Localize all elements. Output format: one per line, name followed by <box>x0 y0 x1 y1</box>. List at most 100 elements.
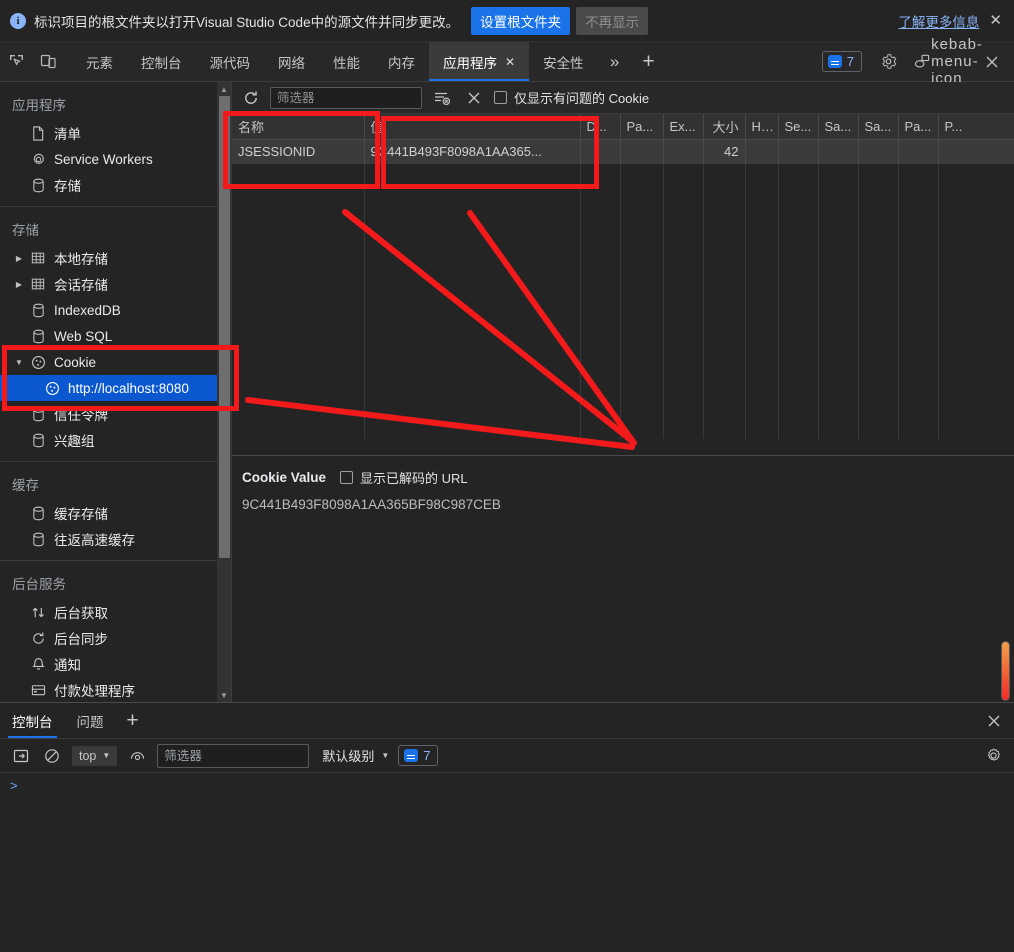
kebab-menu-icon[interactable]: kebab-menu-icon <box>931 36 982 87</box>
console-sidebar-icon[interactable] <box>10 745 32 767</box>
sidebar-item-cookie[interactable]: ▼ Cookie <box>0 349 231 375</box>
chevron-down-icon[interactable]: ▼ <box>12 358 26 367</box>
sidebar-item-cache-storage[interactable]: 缓存存储 <box>0 500 231 526</box>
column-header-value[interactable]: 值 <box>364 114 581 140</box>
sidebar-item-trust-tokens[interactable]: 信任令牌 <box>0 401 231 427</box>
banner-close-icon[interactable]: ✕ <box>989 13 1002 28</box>
tab-security[interactable]: 安全性 <box>529 42 598 81</box>
gear-icon[interactable] <box>982 745 1004 767</box>
column-header-name[interactable]: 名称 <box>232 114 365 140</box>
card-icon <box>26 683 50 697</box>
sidebar-item-service-workers[interactable]: Service Workers <box>0 146 231 172</box>
clear-filtered-cookies-icon[interactable] <box>430 86 454 110</box>
column-header-samepartykey[interactable]: Sa... <box>858 114 899 140</box>
sidebar-scrollbar-thumb[interactable] <box>219 96 230 558</box>
sidebar-item-notifications[interactable]: 通知 <box>0 651 231 677</box>
column-header-samesite[interactable]: Sa... <box>818 114 859 140</box>
drawer-tab-console[interactable]: 控制台 <box>0 703 65 738</box>
chevron-right-icon[interactable]: ▶ <box>12 254 26 263</box>
clear-console-icon[interactable] <box>41 745 63 767</box>
show-decoded-url-checkbox[interactable]: 显示已解码的 URL <box>340 468 468 487</box>
tab-performance[interactable]: 性能 <box>319 42 374 81</box>
console-context-selector[interactable]: top ▼ <box>72 745 118 766</box>
sidebar-item-indexeddb[interactable]: IndexedDB <box>0 297 231 323</box>
column-header-priority[interactable]: P... <box>938 114 1014 140</box>
device-toolbar-icon[interactable] <box>32 42 64 81</box>
live-expression-icon[interactable] <box>126 745 148 767</box>
table-empty-row[interactable] <box>232 164 1014 182</box>
close-devtools-icon[interactable] <box>976 54 1008 70</box>
tab-network[interactable]: 网络 <box>264 42 319 81</box>
learn-more-link[interactable]: 了解更多信息 <box>898 11 979 31</box>
tab-close-icon[interactable]: ✕ <box>505 56 515 68</box>
sidebar-item-background-fetch[interactable]: 后台获取 <box>0 599 231 625</box>
gear-icon[interactable] <box>872 53 904 70</box>
drawer-tab-issues[interactable]: 问题 <box>65 703 116 738</box>
cookie-value-title: Cookie Value <box>242 470 327 485</box>
cell-secure <box>778 139 819 164</box>
console-prompt-row[interactable]: > <box>0 773 1014 798</box>
sidebar-item-websql[interactable]: Web SQL <box>0 323 231 349</box>
level-value: 默认级别 <box>322 749 375 764</box>
column-header-path[interactable]: Pa... <box>620 114 664 140</box>
more-tabs-icon[interactable]: » <box>598 42 632 81</box>
issues-count: 7 <box>846 54 854 69</box>
refresh-icon[interactable] <box>240 87 262 109</box>
column-header-size[interactable]: 大小 <box>703 114 746 140</box>
info-icon: i <box>10 12 26 29</box>
cookies-filter-input[interactable] <box>270 86 422 109</box>
sidebar-scrollbar[interactable]: ▲ ▼ <box>217 82 231 702</box>
column-header-expires[interactable]: Ex... <box>663 114 704 140</box>
column-header-domain[interactable]: D... <box>580 114 621 140</box>
section-title: 应用程序 <box>12 98 66 113</box>
console-filter-input[interactable] <box>157 743 310 768</box>
console-output[interactable]: > @51CTO博客 <box>0 773 1014 952</box>
tab-console[interactable]: 控制台 <box>127 42 196 81</box>
sidebar-item-local-storage[interactable]: ▶ 本地存储 <box>0 245 231 271</box>
column-header-secure[interactable]: Se... <box>778 114 819 140</box>
sidebar-item-label: 后台同步 <box>54 632 108 647</box>
only-problematic-cookies-checkbox[interactable]: 仅显示有问题的 Cookie <box>494 88 649 107</box>
tab-elements[interactable]: 元素 <box>72 42 127 81</box>
cell-size: 42 <box>703 139 746 164</box>
table-row[interactable]: JSESSIONID 9C441B493F8098A1AA365... 42 <box>232 139 1014 164</box>
grid-line <box>364 182 365 439</box>
sidebar-item-cookie-localhost[interactable]: http://localhost:8080 <box>0 375 231 401</box>
banner-message: 标识项目的根文件夹以打开Visual Studio Code中的源文件并同步更改… <box>34 14 460 30</box>
column-header-partitionkey[interactable]: Pa... <box>898 114 939 140</box>
sidebar-item-back-forward-cache[interactable]: 往返高速缓存 <box>0 526 231 552</box>
cell-domain <box>580 139 621 164</box>
console-issues-counter[interactable]: 7 <box>398 745 439 766</box>
tab-memory[interactable]: 内存 <box>374 42 429 81</box>
sidebar-item-storage[interactable]: 存储 <box>0 172 231 198</box>
sidebar-item-session-storage[interactable]: ▶ 会话存储 <box>0 271 231 297</box>
issues-counter-button[interactable]: 7 <box>821 51 862 72</box>
chevron-right-icon[interactable]: ▶ <box>12 280 26 289</box>
dont-show-again-button[interactable]: 不再显示 <box>576 6 649 35</box>
grid-line <box>745 182 746 439</box>
cell-priority <box>938 139 1014 164</box>
sidebar-item-background-sync[interactable]: 后台同步 <box>0 625 231 651</box>
checkbox-box[interactable] <box>494 91 507 104</box>
sidebar-item-payment-handler[interactable]: 付款处理程序 <box>0 677 231 702</box>
column-header-httponly[interactable]: Ht... <box>745 114 779 140</box>
inspect-element-icon[interactable] <box>0 42 32 81</box>
tab-label: 性能 <box>333 55 360 71</box>
add-tab-icon[interactable]: + <box>632 42 666 81</box>
chevron-down-icon: ▼ <box>102 751 111 760</box>
scroll-up-icon[interactable]: ▲ <box>217 82 231 96</box>
set-root-folder-button[interactable]: 设置根文件夹 <box>471 6 571 35</box>
sidebar-item-manifest[interactable]: 清单 <box>0 120 231 146</box>
tab-label: 控制台 <box>141 55 182 71</box>
tab-application[interactable]: 应用程序 ✕ <box>429 42 530 81</box>
console-toolbar: top ▼ 默认级别 ▼ 7 <box>0 739 1014 773</box>
sidebar-item-interest-groups[interactable]: 兴趣组 <box>0 427 231 453</box>
clear-all-cookies-icon[interactable] <box>462 86 486 110</box>
drawer-add-tab-icon[interactable]: + <box>116 703 150 738</box>
scroll-down-icon[interactable]: ▼ <box>217 688 231 702</box>
cookie-value-scrollbar-thumb[interactable] <box>1001 641 1010 701</box>
checkbox-box[interactable] <box>340 471 354 484</box>
drawer-close-icon[interactable] <box>974 703 1014 738</box>
console-level-selector[interactable]: 默认级别 ▼ <box>322 746 389 765</box>
tab-sources[interactable]: 源代码 <box>196 42 265 81</box>
